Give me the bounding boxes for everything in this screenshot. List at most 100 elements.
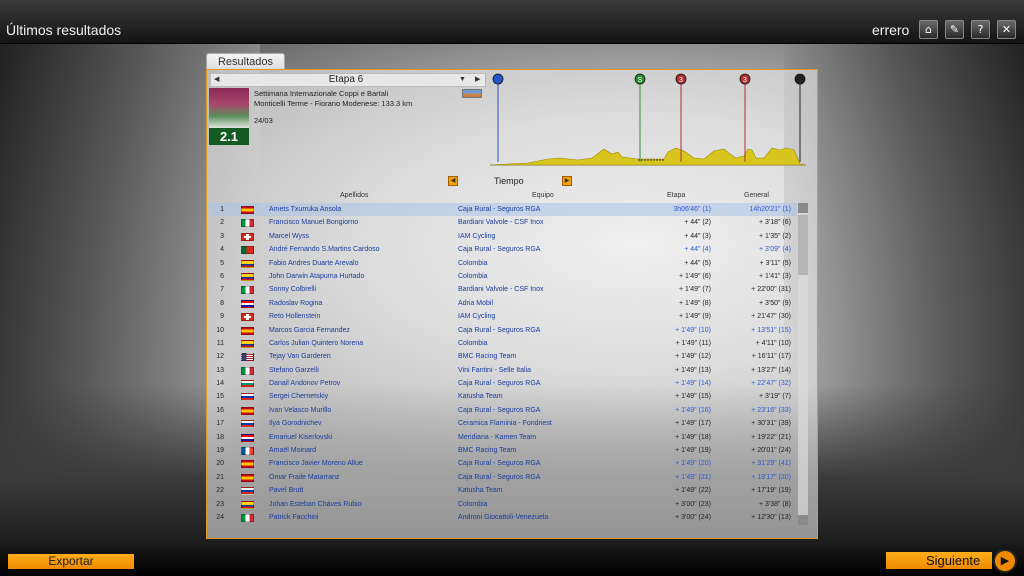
table-row[interactable]: 12 Tejay Van Garderen BMC Racing Team + 1'4… [210,350,797,363]
terrain-icon [462,89,482,98]
table-row[interactable]: 8 Radoslav Rogina Adria Mobil + 1'49" (8) + … [210,297,797,310]
ranking-prev-icon[interactable]: ◀ [448,176,458,186]
table-row[interactable]: 21 Omar Fraile Matarranz Caja Rural - Segu… [210,471,797,484]
stage-next-icon[interactable]: ▶ [475,74,480,86]
rider-name-link[interactable]: Amaël Moinard [269,444,316,457]
home-icon[interactable]: ⌂ [919,20,938,39]
rider-name-link[interactable]: Amets Txurruka Ansola [269,203,341,216]
table-row[interactable]: 17 Ilya Gorodnichev Ceramica Flaminia - Fo… [210,417,797,430]
tab-results[interactable]: Resultados [206,53,285,70]
column-header-stage[interactable]: Etapa [667,192,685,199]
rider-name-link[interactable]: Johan Esteban Cháves Rubio [269,498,362,511]
scroll-down-button[interactable] [798,515,808,525]
general-time: + 17'19" (19) [751,487,791,495]
table-row[interactable]: 20 Francisco Javier Moreno Allue Caja Rura… [210,457,797,470]
column-header-team[interactable]: Equipo [532,192,554,199]
export-button[interactable]: Exportar [8,554,134,569]
close-icon[interactable]: ✕ [997,20,1016,39]
stage-selector[interactable]: ◀ Etapa 6 ▼ ▶ [210,73,486,87]
team-name-link[interactable]: Katusha Team [458,484,503,497]
rider-name-link[interactable]: Reto Hollenstein [269,310,320,323]
rider-name-link[interactable]: Marcos Garcia Fernandez [269,324,350,337]
rider-name-link[interactable]: John Darwin Atapuma Hurtado [269,270,364,283]
table-row[interactable]: 7 Sonny Colbrelli Bardiani Valvole - CSF I… [210,283,797,296]
table-row[interactable]: 14 Danail Andonov Petrov Caja Rural - Segu… [210,377,797,390]
team-name-link[interactable]: Adria Mobil [458,297,493,310]
team-name-link[interactable]: BMC Racing Team [458,350,516,363]
column-header-general[interactable]: General [744,192,769,199]
table-row[interactable]: 2 Francisco Manuel Bongiorno Bardiani Valv… [210,216,797,229]
rider-name-link[interactable]: Francisco Manuel Bongiorno [269,216,358,229]
rider-name-link[interactable]: Fabio Andres Duarte Arevalo [269,257,359,270]
team-name-link[interactable]: Katusha Team [458,390,503,403]
rider-name-link[interactable]: Patrick Facchini [269,511,318,524]
rider-name-link[interactable]: Danail Andonov Petrov [269,377,340,390]
ranking-next-icon[interactable]: ▶ [562,176,572,186]
team-name-link[interactable]: Caja Rural - Seguros RGA [458,243,540,256]
team-name-link[interactable]: Colombia [458,270,488,283]
rider-name-link[interactable]: Marcel Wyss [269,230,309,243]
scroll-up-button[interactable] [798,203,808,213]
team-name-link[interactable]: Androni Giocattoli-Venezuela [458,511,548,524]
team-name-link[interactable]: IAM Cycling [458,230,495,243]
table-row[interactable]: 11 Carlos Julian Quintero Norena Colombia +… [210,337,797,350]
table-row[interactable]: 15 Sergei Chernetskiy Katusha Team + 1'49" … [210,390,797,403]
rider-name-link[interactable]: Ivan Velasco Murillo [269,404,331,417]
rider-name-link[interactable]: Tejay Van Garderen [269,350,331,363]
team-name-link[interactable]: Caja Rural - Seguros RGA [458,457,540,470]
profile-start-icon[interactable] [492,73,504,85]
rider-position: 22 [216,487,224,495]
rider-name-link[interactable]: Sergei Chernetskiy [269,390,328,403]
team-name-link[interactable]: Caja Rural - Seguros RGA [458,404,540,417]
help-icon[interactable]: ? [971,20,990,39]
table-row[interactable]: 3 Marcel Wyss IAM Cycling + 44" (3) + 1'35" … [210,230,797,243]
team-name-link[interactable]: Colombia [458,498,488,511]
table-row[interactable]: 24 Patrick Facchini Androni Giocattoli-Ven… [210,511,797,524]
team-name-link[interactable]: Ceramica Flaminia - Fondriest [458,417,552,430]
rider-name-link[interactable]: Ilya Gorodnichev [269,417,322,430]
table-row[interactable]: 19 Amaël Moinard BMC Racing Team + 1'49" (1… [210,444,797,457]
rider-name-link[interactable]: Omar Fraile Matarranz [269,471,339,484]
scroll-thumb[interactable] [798,215,808,275]
team-name-link[interactable]: Meridiana - Kamen Team [458,431,536,444]
table-row[interactable]: 9 Reto Hollenstein IAM Cycling + 1'49" (9) +… [210,310,797,323]
rider-name-link[interactable]: Emanuel Kiserlovski [269,431,332,444]
table-row[interactable]: 1 Amets Txurruka Ansola Caja Rural - Segur… [210,203,797,217]
team-name-link[interactable]: Caja Rural - Seguros RGA [458,377,540,390]
table-row[interactable]: 18 Emanuel Kiserlovski Meridiana - Kamen T… [210,431,797,444]
flag-bg-icon [241,380,254,389]
rider-name-link[interactable]: André Fernando S.Martins Cardoso [269,243,380,256]
profile-finish-icon[interactable] [794,73,806,85]
table-row[interactable]: 5 Fabio Andres Duarte Arevalo Colombia + 44… [210,257,797,270]
team-name-link[interactable]: Bardiani Valvole - CSF Inox [458,283,543,296]
rider-name-link[interactable]: Pavel Brutt [269,484,303,497]
table-row[interactable]: 13 Stefano Garzelli Vini Fantini - Selle I… [210,364,797,377]
team-name-link[interactable]: Colombia [458,257,488,270]
wrench-icon[interactable]: ✎ [945,20,964,39]
column-header-name[interactable]: Apellidos [340,192,368,199]
team-name-link[interactable]: IAM Cycling [458,310,495,323]
table-row[interactable]: 6 John Darwin Atapuma Hurtado Colombia + 1'… [210,270,797,283]
rider-name-link[interactable]: Francisco Javier Moreno Allue [269,457,363,470]
flag-hr-icon [241,299,254,308]
team-name-link[interactable]: Caja Rural - Seguros RGA [458,203,540,216]
table-row[interactable]: 23 Johan Esteban Cháves Rubio Colombia + 3'… [210,498,797,511]
table-row[interactable]: 10 Marcos Garcia Fernandez Caja Rural - Se… [210,324,797,337]
table-row[interactable]: 16 Ivan Velasco Murillo Caja Rural - Segur… [210,404,797,417]
team-name-link[interactable]: Bardiani Valvole - CSF Inox [458,216,543,229]
table-row[interactable]: 22 Pavel Brutt Katusha Team + 1'49" (22) + 1… [210,484,797,497]
rider-name-link[interactable]: Carlos Julian Quintero Norena [269,337,363,350]
team-name-link[interactable]: Caja Rural - Seguros RGA [458,471,540,484]
rider-name-link[interactable]: Radoslav Rogina [269,297,322,310]
rider-name-link[interactable]: Stefano Garzelli [269,364,319,377]
team-name-link[interactable]: Colombia [458,337,488,350]
team-name-link[interactable]: Vini Fantini - Selle Italia [458,364,531,377]
next-button[interactable]: Siguiente [886,552,992,569]
rider-name-link[interactable]: Sonny Colbrelli [269,283,316,296]
team-name-link[interactable]: Caja Rural - Seguros RGA [458,324,540,337]
stage-dropdown-icon[interactable]: ▼ [459,74,466,86]
general-time: + 23'16" (33) [751,406,791,414]
team-name-link[interactable]: BMC Racing Team [458,444,516,457]
table-row[interactable]: 4 André Fernando S.Martins Cardoso Caja Ru… [210,243,797,256]
next-arrow-icon[interactable]: ▶ [993,549,1017,573]
